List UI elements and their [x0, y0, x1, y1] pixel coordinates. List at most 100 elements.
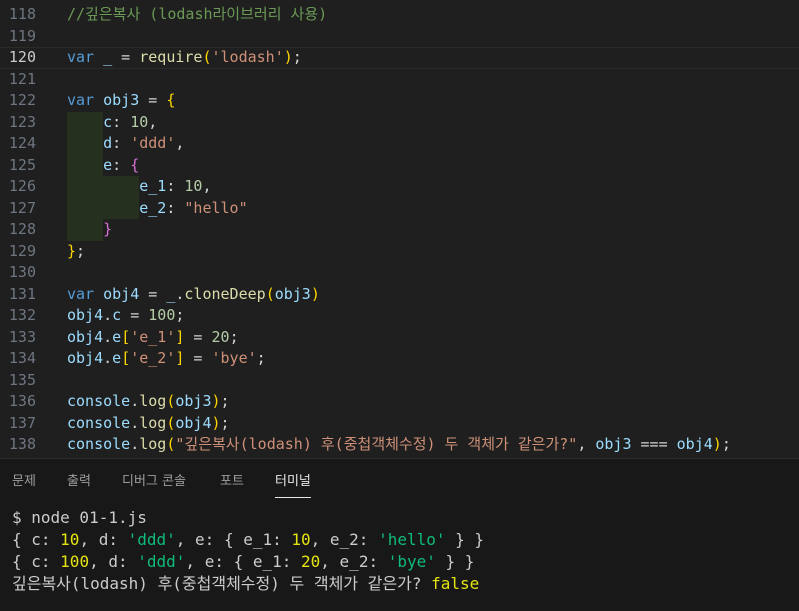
code-token: : [166, 198, 185, 217]
code-line[interactable]: 119 [0, 26, 799, 48]
code-token: obj4 [67, 349, 104, 367]
line-number: 119 [8, 26, 36, 45]
code-token: ; [220, 413, 230, 432]
code-text: e_1: 10, [67, 176, 211, 198]
code-token: e [112, 327, 122, 346]
code-line[interactable]: 137 console.log(obj4); [0, 413, 799, 435]
code-token: obj4 [67, 327, 104, 346]
code-line[interactable]: 122 var obj3 = { [0, 90, 799, 112]
code-token: = [121, 306, 149, 324]
terminal-line: 깊은복사(lodash) 후(중첩객체수정) 두 객체가 같은가? false [12, 573, 792, 595]
code-token: log [139, 392, 167, 410]
code-line[interactable]: 133 obj4.e['e_1'] = 20; [0, 327, 799, 349]
code-line[interactable]: 138 console.log("깊은복사(lodash) 후(중첩객체수정) 두… [0, 434, 799, 456]
code-line[interactable]: 131 var obj4 = _.cloneDeep(obj3) [0, 284, 799, 306]
code-token: } [103, 220, 113, 238]
line-number: 133 [8, 327, 36, 346]
terminal-token: 깊은복사(lodash) 후(중첩객체수정) 두 객체가 같은가? [12, 574, 432, 593]
terminal-token: } } [445, 530, 485, 549]
code-line[interactable]: 136 console.log(obj3); [0, 391, 799, 413]
code-line[interactable]: 127 e_2: "hello" [0, 197, 799, 220]
terminal-line: $ node 01-1.js [12, 507, 792, 529]
terminal-line: { c: 10, d: 'ddd', e: { e_1: 10, e_2: 'h… [12, 529, 792, 551]
code-token: 'e_1' [130, 327, 176, 346]
line-number: 138 [8, 435, 36, 453]
code-token: : [112, 112, 131, 131]
code-text: obj4.c = 100; [67, 305, 184, 327]
line-number: 132 [8, 306, 36, 324]
terminal-token: $ node 01-1.js [12, 508, 147, 527]
terminal-token: , e: { e_1: [185, 552, 302, 571]
tab-panel-1[interactable]: 출력 [67, 459, 91, 499]
terminal-token: 'ddd' [137, 552, 186, 571]
code-token: ( [265, 284, 275, 303]
line-number: 130 [8, 263, 36, 281]
code-token: ; [292, 48, 302, 66]
terminal-token: } } [435, 552, 475, 571]
code-token: ) [211, 413, 221, 432]
code-line[interactable]: 132 obj4.c = 100; [0, 305, 799, 327]
tab-label: 문제 [12, 474, 36, 489]
terminal-token: , d: [79, 530, 128, 549]
code-line[interactable]: 118 //깊은복사 (lodash라이브러리 사용) [0, 4, 799, 26]
code-token: . [103, 306, 113, 324]
code-text: var obj3 = { [67, 90, 175, 112]
terminal-token: false [431, 574, 480, 593]
code-token: obj4 [103, 284, 140, 303]
code-line[interactable]: 135 [0, 370, 799, 392]
line-number: 122 [8, 91, 36, 109]
terminal-token: { c: [12, 530, 61, 549]
code-text: e_2: "hello" [67, 198, 248, 220]
tab-terminal[interactable]: 터미널 [275, 459, 311, 499]
code-token: = [139, 284, 167, 303]
code-token: obj3 [103, 91, 140, 109]
code-token: [ [121, 327, 131, 346]
code-token: obj4 [67, 306, 104, 324]
code-token: obj4 [676, 435, 713, 453]
code-token: log [139, 435, 167, 453]
code-line[interactable]: 125 e: { [0, 154, 799, 176]
code-token: } [67, 241, 77, 260]
tab-panel-2[interactable]: 디버그 콘솔 [122, 459, 186, 499]
line-number: 127 [8, 198, 36, 217]
code-editor[interactable]: 118 //깊은복사 (lodash라이브러리 사용) 119 120 var _ = … [0, 0, 799, 458]
code-token: var [67, 284, 95, 303]
code-token: . [103, 349, 113, 367]
code-token: e_2 [139, 198, 167, 217]
line-number: 121 [8, 69, 36, 88]
code-line[interactable]: 121 [0, 69, 799, 91]
code-token: console [67, 392, 131, 410]
tab-label: 출력 [67, 474, 91, 489]
code-text: obj4.e['e_1'] = 20; [67, 327, 239, 349]
code-token: ; [76, 241, 86, 260]
code-text: console.log("깊은복사(lodash) 후(중첩객체수정) 두 객체… [67, 434, 731, 456]
code-token: [ [121, 349, 131, 367]
code-line[interactable]: 123 c: 10, [0, 111, 799, 133]
code-token: //깊은복사 (lodash라이브러리 사용) [67, 5, 328, 23]
code-line[interactable]: 126 e_1: 10, [0, 176, 799, 198]
code-line[interactable]: 128 } [0, 219, 799, 241]
code-line[interactable]: 120 var _ = require('lodash'); [0, 47, 799, 69]
code-token: ) [310, 284, 320, 303]
terminal-token: 20 [301, 552, 321, 571]
code-line[interactable]: 134 obj4.e['e_2'] = 'bye'; [0, 348, 799, 370]
terminal-output[interactable]: $ node 01-1.js { c: 10, d: 'ddd', e: { e_… [12, 507, 792, 595]
code-line[interactable]: 130 [0, 262, 799, 284]
terminal-token: 'bye' [387, 552, 436, 571]
code-text: var obj4 = _.cloneDeep(obj3) [67, 284, 320, 306]
tab-panel-3[interactable]: 포트 [220, 459, 244, 499]
terminal-line: { c: 100, d: 'ddd', e: { e_1: 20, e_2: '… [12, 551, 792, 573]
code-token: obj3 [175, 392, 212, 410]
terminal-token: { c: [12, 552, 61, 571]
code-line[interactable]: 129}; [0, 241, 799, 263]
line-number: 120 [8, 48, 36, 66]
code-text: console.log(obj4); [67, 413, 230, 435]
code-line[interactable]: 124 d: 'ddd', [0, 133, 799, 155]
code-token: ) [283, 48, 293, 66]
code-token: "hello" [184, 198, 248, 217]
code-token: obj3 [274, 284, 311, 303]
code-token: obj4 [175, 413, 212, 432]
terminal-token: , e: { e_1: [175, 530, 292, 549]
tab-panel-0[interactable]: 문제 [12, 459, 36, 499]
